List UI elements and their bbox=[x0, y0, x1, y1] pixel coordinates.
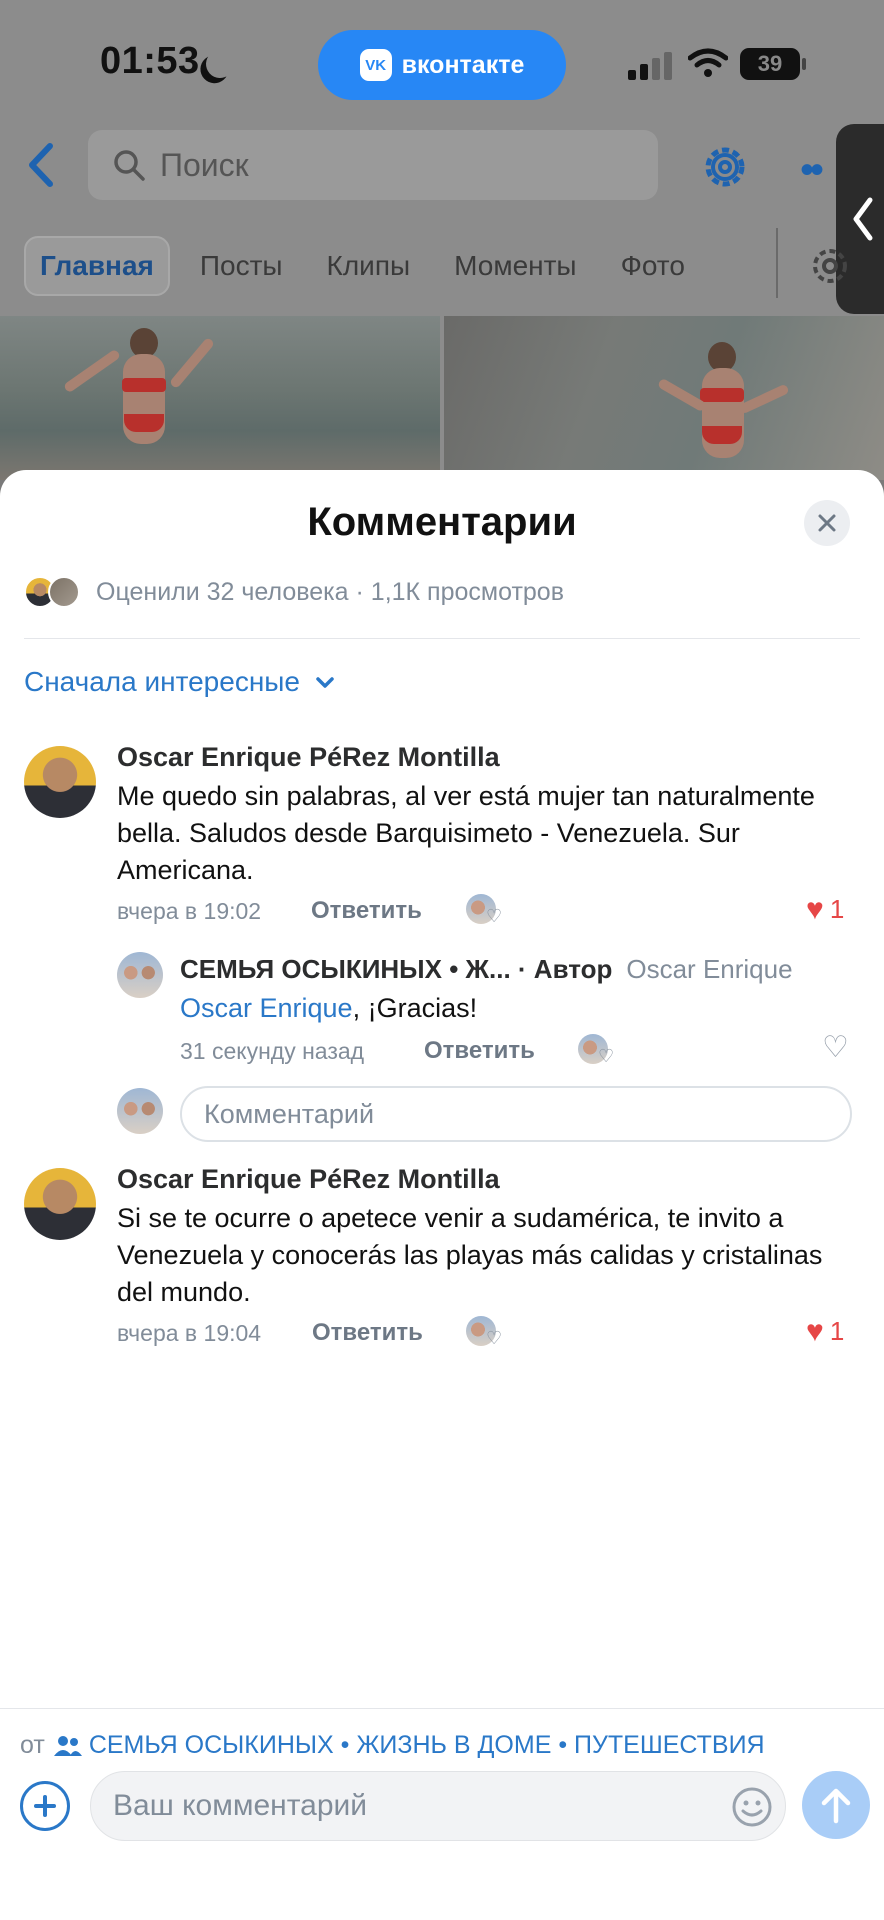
chevron-down-icon bbox=[316, 677, 334, 688]
signal-icon bbox=[628, 50, 672, 80]
vk-pill-label: вконтакте bbox=[401, 50, 525, 79]
like-count: 1 bbox=[829, 894, 845, 924]
photo-thumbnail[interactable] bbox=[0, 316, 440, 480]
heart-icon: ♥ bbox=[806, 892, 824, 926]
status-bar: 01:53 VK вконтакте 39 bbox=[0, 0, 884, 120]
author-liked-icon: ♡ bbox=[466, 1316, 506, 1350]
reply-button[interactable]: Ответить bbox=[424, 1037, 535, 1065]
send-button[interactable] bbox=[802, 1771, 870, 1839]
comment-author[interactable]: Oscar Enrique PéRez Montilla bbox=[117, 742, 500, 773]
reply-button[interactable]: Ответить bbox=[312, 1319, 423, 1347]
comment-time: вчера в 19:04 bbox=[117, 1320, 262, 1346]
mention-link[interactable]: Oscar Enrique bbox=[180, 993, 353, 1023]
author-liked-icon: ♡ bbox=[578, 1034, 618, 1068]
chevron-left-icon bbox=[853, 197, 873, 241]
reply-text: Oscar Enrique, ¡Gracias! bbox=[180, 990, 840, 1027]
background-page: 01:53 VK вконтакте 39 Поиск •• Главная П… bbox=[0, 0, 884, 480]
reply-author-name: СЕМЬЯ ОСЫКИНЫХ • Ж... · Автор bbox=[180, 954, 613, 984]
gear-icon[interactable] bbox=[700, 142, 750, 192]
comment-author[interactable]: Oscar Enrique PéRez Montilla bbox=[117, 1164, 500, 1195]
likes-summary[interactable]: Оценили 32 человека · 1,1К просмотров bbox=[24, 572, 564, 612]
more-options-icon[interactable]: •• bbox=[800, 150, 824, 190]
vk-app-pill[interactable]: VK вконтакте bbox=[318, 30, 566, 100]
battery-icon: 39 bbox=[740, 48, 806, 80]
tab-moments[interactable]: Моменты bbox=[454, 250, 576, 282]
search-input[interactable]: Поиск bbox=[88, 130, 658, 200]
tab-clips[interactable]: Клипы bbox=[327, 250, 411, 282]
author-avatar[interactable] bbox=[117, 952, 163, 998]
close-button[interactable] bbox=[804, 500, 850, 546]
author-liked-icon: ♡ bbox=[466, 894, 506, 928]
sort-label: Сначала интересные bbox=[24, 666, 300, 697]
commenter-avatar[interactable] bbox=[24, 746, 96, 818]
my-avatar bbox=[117, 1088, 163, 1134]
comment-text: Si se te ocurre o apetece venir a sudamé… bbox=[117, 1203, 823, 1307]
reply-to-name[interactable]: Oscar Enrique bbox=[626, 954, 792, 984]
divider bbox=[24, 638, 860, 639]
group-icon bbox=[53, 1735, 82, 1756]
reply-button[interactable]: Ответить bbox=[311, 897, 422, 925]
profile-tabs: Главная Посты Клипы Моменты Фото bbox=[24, 236, 729, 296]
search-icon bbox=[114, 150, 145, 181]
comment-time: вчера в 19:02 bbox=[117, 898, 262, 924]
comment-composer: от СЕМЬЯ ОСЫКИНЫХ • ЖИЗНЬ В ДОМЕ • ПУТЕШ… bbox=[0, 1708, 884, 1920]
moon-icon bbox=[202, 46, 238, 82]
liker-avatar bbox=[48, 576, 80, 608]
reply-body: , ¡Gracias! bbox=[352, 993, 478, 1023]
comment-text: Me quedo sin palabras, al ver está mujer… bbox=[117, 781, 815, 885]
reply-input[interactable]: Комментарий bbox=[180, 1086, 852, 1142]
wifi-icon bbox=[688, 48, 728, 77]
photo-thumbnail[interactable] bbox=[444, 316, 884, 480]
commenter-avatar[interactable] bbox=[24, 1168, 96, 1240]
reply-time: 31 секунду назад bbox=[180, 1038, 365, 1064]
tab-main[interactable]: Главная bbox=[24, 236, 170, 296]
comments-sheet: Комментарии Оценили 32 человека · 1,1К п… bbox=[0, 470, 884, 1920]
comment-input-placeholder: Ваш комментарий bbox=[113, 1789, 368, 1822]
like-button-empty[interactable]: ♡ bbox=[822, 1030, 849, 1065]
from-label: от bbox=[20, 1731, 45, 1759]
like-button[interactable]: ♥ 1 bbox=[806, 894, 844, 925]
tab-posts[interactable]: Посты bbox=[200, 250, 283, 282]
likes-views-text: Оценили 32 человека · 1,1К просмотров bbox=[96, 577, 564, 606]
tab-divider bbox=[776, 228, 778, 298]
reply-author[interactable]: СЕМЬЯ ОСЫКИНЫХ • Ж... · Автор Oscar Enriq… bbox=[180, 954, 793, 985]
like-count: 1 bbox=[829, 1316, 845, 1346]
emoji-icon[interactable] bbox=[731, 1786, 773, 1828]
like-button[interactable]: ♥ 1 bbox=[806, 1316, 844, 1347]
close-icon bbox=[818, 514, 836, 532]
post-as-selector[interactable]: от СЕМЬЯ ОСЫКИНЫХ • ЖИЗНЬ В ДОМЕ • ПУТЕШ… bbox=[20, 1731, 765, 1760]
group-name-link: СЕМЬЯ ОСЫКИНЫХ • ЖИЗНЬ В ДОМЕ • ПУТЕШЕСТ… bbox=[88, 1731, 765, 1759]
heart-icon: ♥ bbox=[806, 1314, 824, 1348]
back-arrow-icon[interactable] bbox=[22, 140, 62, 190]
arrow-up-icon bbox=[821, 1788, 851, 1824]
tab-photos[interactable]: Фото bbox=[621, 250, 685, 282]
status-time: 01:53 bbox=[100, 40, 200, 82]
sort-dropdown[interactable]: Сначала интересные bbox=[24, 666, 336, 698]
sheet-title: Комментарии bbox=[307, 500, 577, 544]
comment-input[interactable]: Ваш комментарий bbox=[90, 1771, 786, 1841]
vk-logo-icon: VK bbox=[359, 49, 392, 81]
tab-settings-icon[interactable] bbox=[808, 244, 852, 288]
search-placeholder: Поиск bbox=[160, 146, 249, 183]
add-attachment-button[interactable] bbox=[20, 1781, 70, 1831]
